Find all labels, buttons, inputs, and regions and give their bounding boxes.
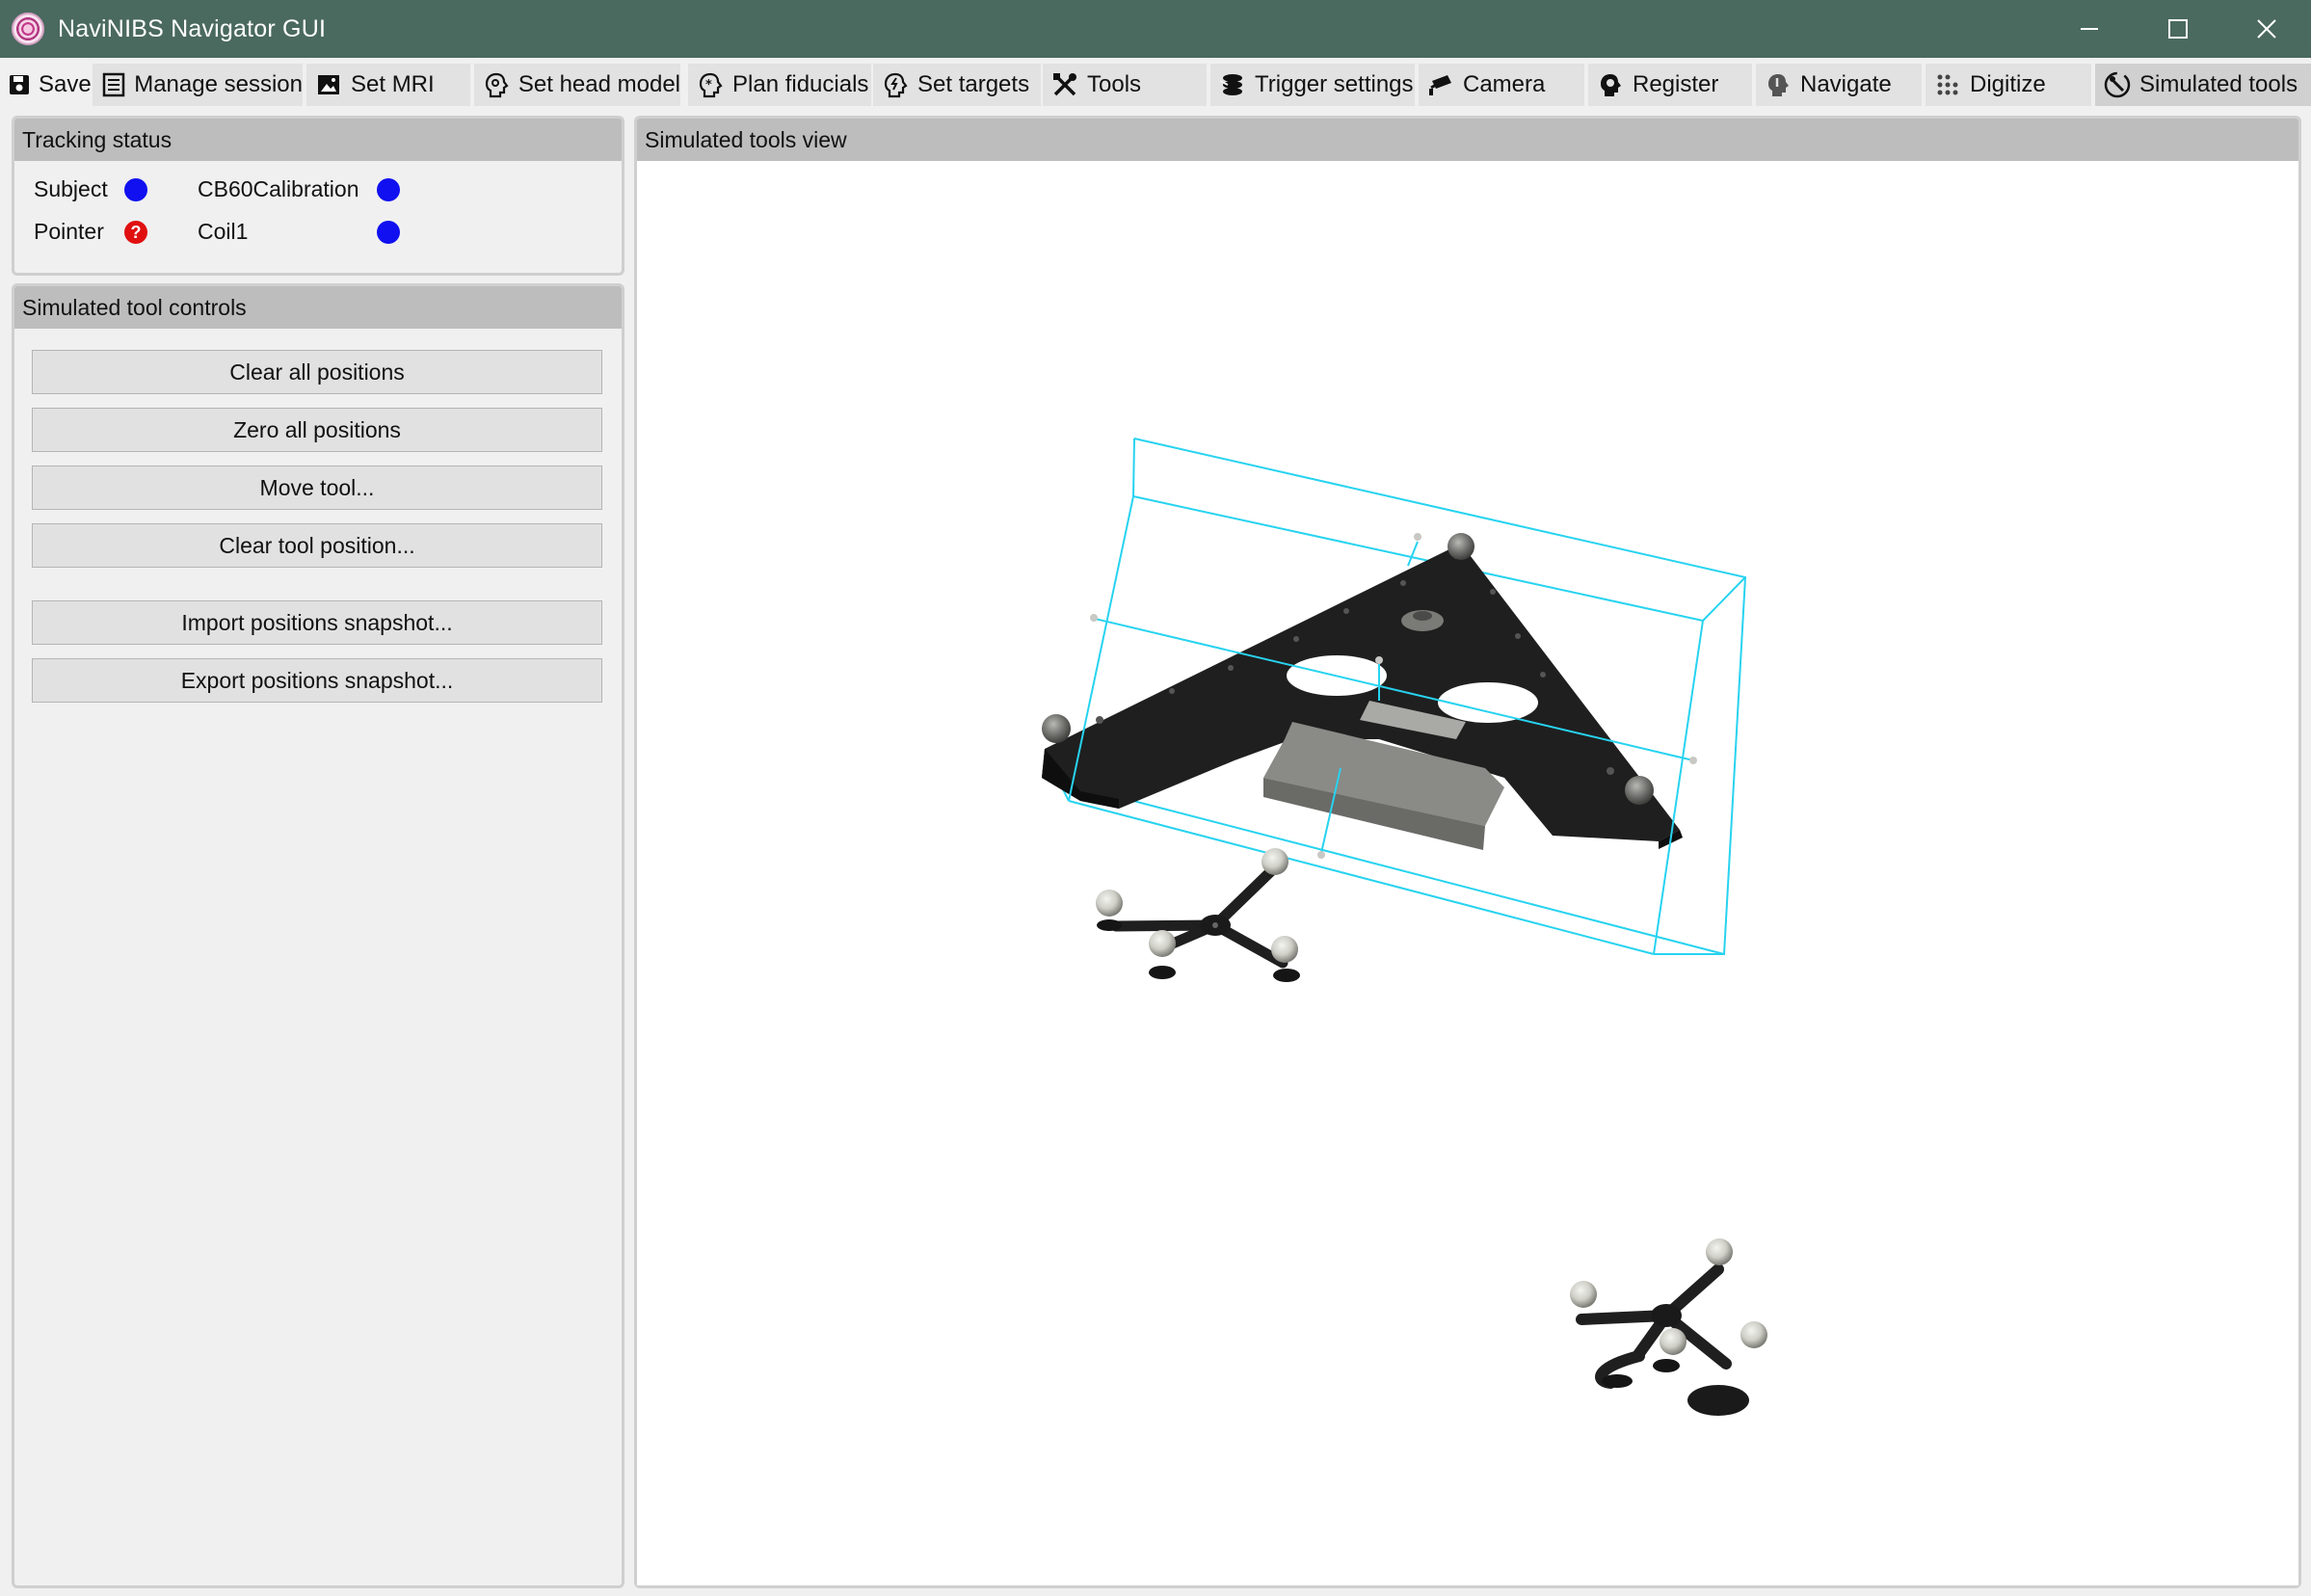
calibration-block-model[interactable] — [1042, 438, 1747, 956]
image-icon — [314, 70, 343, 99]
tab-label: Set targets — [917, 71, 1030, 97]
simulated-tool-controls-title: Simulated tool controls — [14, 286, 622, 329]
tab-label: Manage session — [134, 71, 303, 97]
navigate-icon — [1764, 70, 1793, 99]
tab-label: Trigger settings — [1255, 71, 1414, 97]
tab-register[interactable]: Register — [1588, 64, 1752, 106]
simulated-tools-icon — [2103, 70, 2132, 99]
move-tool-button[interactable]: Move tool... — [32, 466, 602, 510]
tab-camera[interactable]: Camera — [1419, 64, 1584, 106]
tracker-marker-1[interactable] — [1096, 848, 1300, 982]
simulated-tools-view-title: Simulated tools view — [637, 119, 2298, 161]
tab-label: Plan fiducials — [732, 71, 869, 97]
tab-label: Navigate — [1800, 71, 1892, 97]
clear-all-positions-button[interactable]: Clear all positions — [32, 350, 602, 394]
status-label-cb60calibration: CB60Calibration — [198, 176, 359, 201]
status-indicator-pointer: ? — [124, 221, 147, 244]
clear-tool-position-button[interactable]: Clear tool position... — [32, 523, 602, 568]
tab-label: Register — [1633, 71, 1719, 97]
head-model-icon — [482, 70, 511, 99]
status-indicator-subject — [124, 178, 147, 201]
tab-save[interactable]: Save — [0, 64, 92, 106]
session-icon — [100, 70, 126, 99]
camera-icon — [1426, 70, 1455, 99]
status-label-coil1: Coil1 — [198, 219, 249, 244]
tracking-status-title: Tracking status — [14, 119, 622, 161]
tracking-status-grid: Subject CB60Calibration Pointer ? Coil1 — [14, 161, 622, 271]
tab-plan-fiducials[interactable]: * Plan fiducials — [688, 64, 871, 106]
close-icon[interactable] — [2222, 0, 2311, 58]
tab-set-head-model[interactable]: Set head model — [474, 64, 680, 106]
tab-set-targets[interactable]: Set targets — [873, 64, 1041, 106]
3d-viewport[interactable] — [637, 161, 2298, 1585]
status-label-subject: Subject — [34, 176, 108, 201]
save-icon — [8, 70, 31, 99]
tab-digitize[interactable]: Digitize — [1926, 64, 2091, 106]
status-indicator-cb60calibration — [377, 178, 400, 201]
tab-label: Set head model — [518, 71, 680, 97]
tab-manage-session[interactable]: Manage session — [93, 64, 303, 106]
tab-trigger-settings[interactable]: Trigger settings — [1210, 64, 1415, 106]
tab-tools[interactable]: Tools — [1043, 64, 1207, 106]
tab-label: Save — [39, 71, 92, 97]
register-icon — [1596, 70, 1625, 99]
tab-simulated-tools[interactable]: Simulated tools — [2095, 64, 2311, 106]
tracking-status-panel: Tracking status Subject CB60Calibration … — [12, 116, 624, 276]
simulated-tools-view-panel: Simulated tools view — [634, 116, 2301, 1588]
trigger-icon — [1218, 70, 1247, 99]
tab-set-mri[interactable]: Set MRI — [306, 64, 470, 106]
tab-navigate[interactable]: Navigate — [1756, 64, 1922, 106]
digitize-icon — [1933, 70, 1962, 99]
3d-scene[interactable] — [637, 161, 2298, 1585]
status-label-pointer: Pointer — [34, 219, 104, 244]
targets-icon — [881, 70, 910, 99]
tracker-marker-2[interactable] — [1570, 1238, 1767, 1416]
export-positions-snapshot-button[interactable]: Export positions snapshot... — [32, 658, 602, 703]
tab-label: Digitize — [1970, 71, 2046, 97]
svg-text:*: * — [705, 78, 712, 93]
import-positions-snapshot-button[interactable]: Import positions snapshot... — [32, 600, 602, 645]
minimize-icon[interactable] — [2045, 0, 2134, 58]
tab-bar: Save Manage session Set MRI Set head mod… — [0, 60, 2311, 106]
tab-label: Set MRI — [351, 71, 435, 97]
window-controls — [2045, 0, 2311, 58]
tab-label: Camera — [1463, 71, 1546, 97]
tab-label: Simulated tools — [2139, 71, 2298, 97]
status-indicator-coil1 — [377, 221, 400, 244]
tools-icon — [1050, 70, 1079, 99]
tab-label: Tools — [1087, 71, 1142, 97]
simulated-tool-controls-panel: Simulated tool controls Clear all positi… — [12, 283, 624, 1588]
app-logo-icon — [12, 13, 44, 45]
maximize-icon[interactable] — [2134, 0, 2222, 58]
zero-all-positions-button[interactable]: Zero all positions — [32, 408, 602, 452]
window-title: NaviNIBS Navigator GUI — [58, 14, 327, 42]
title-bar: NaviNIBS Navigator GUI — [0, 0, 2311, 58]
fiducials-icon: * — [696, 70, 725, 99]
